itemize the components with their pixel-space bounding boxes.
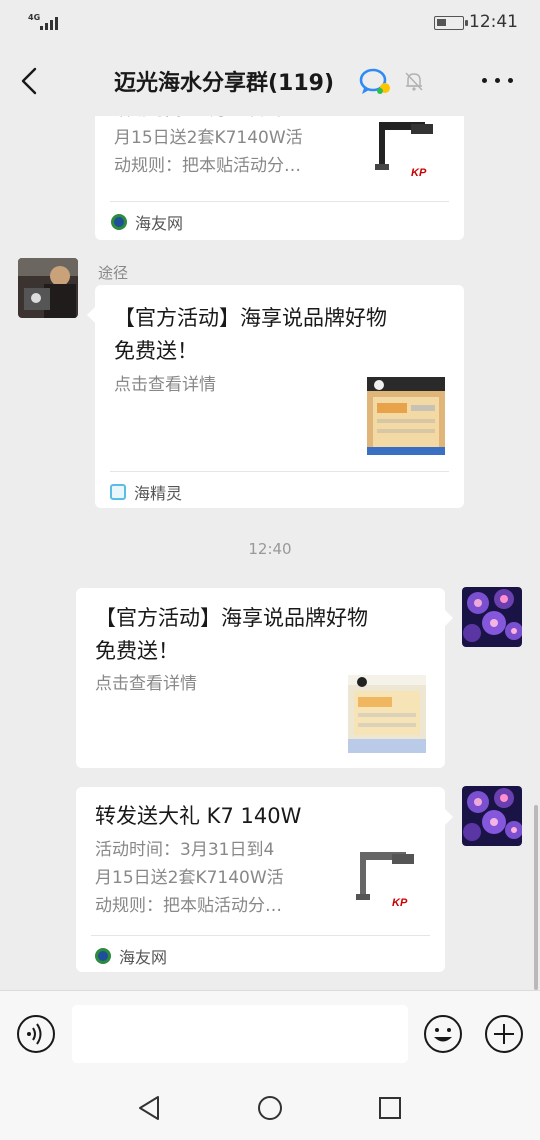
- voice-icon[interactable]: [16, 1014, 56, 1054]
- signal-bars-icon: [40, 17, 58, 30]
- card-source-label: 海友网: [135, 214, 184, 233]
- card-description-line: 月15日送2套K7140W活: [95, 868, 284, 888]
- haijingling-icon: [110, 484, 126, 500]
- muted-bell-icon: [405, 72, 423, 91]
- link-card[interactable]: 【官方活动】海享说品牌好物 免费送！ 点击查看详情 海精灵: [87, 285, 464, 508]
- card-source-label: 海精灵: [134, 484, 183, 503]
- link-card[interactable]: 转发送大礼 K7 140W 活动时间：3月31日到4 月15日送2套K7140W…: [76, 787, 453, 972]
- card-divider: [110, 471, 449, 472]
- person-photo-avatar: [18, 258, 78, 318]
- chat-header: 迈光海水分享群(119): [0, 46, 540, 116]
- card-divider: [91, 935, 430, 936]
- avatar[interactable]: [462, 587, 522, 647]
- emoji-icon[interactable]: [423, 1014, 463, 1054]
- battery-icon: [434, 16, 468, 30]
- chat-messages[interactable]: 活动时间：3月31日到4 月15日送2套K7140W活 动规则：把本贴活动分… …: [0, 116, 540, 990]
- status-time: 12:41: [469, 12, 518, 32]
- card-source-label: 海友网: [119, 948, 168, 967]
- card-source: 海友网: [95, 944, 167, 968]
- led-lamp-image: KP: [375, 122, 433, 179]
- haiyouwang-icon: [95, 948, 111, 964]
- card-thumbnail: [367, 377, 445, 455]
- nav-recent-apps-icon[interactable]: [377, 1095, 403, 1121]
- card-description-line: 月15日送2套K7140W活: [114, 128, 303, 148]
- avatar[interactable]: [18, 258, 78, 318]
- card-title: 【官方活动】海享说品牌好物 免费送！: [114, 302, 454, 368]
- card-title-line: 免费送！: [95, 639, 179, 663]
- card-description: 点击查看详情: [95, 674, 197, 694]
- status-bar: 4G 12:41: [0, 0, 540, 46]
- system-nav-bar: [0, 1074, 540, 1140]
- avatar[interactable]: [462, 786, 522, 846]
- card-title: 转发送大礼 K7 140W: [95, 804, 302, 828]
- link-card[interactable]: 【官方活动】海享说品牌好物 免费送！ 点击查看详情: [76, 588, 453, 768]
- time-stamp: 12:40: [248, 540, 292, 558]
- blurred-product-image: [348, 675, 426, 753]
- card-divider: [110, 201, 449, 202]
- more-dots-icon[interactable]: [482, 78, 514, 86]
- card-source: 海友网: [111, 210, 183, 234]
- blurred-product-image: [367, 377, 445, 455]
- coral-photo-avatar: [462, 587, 522, 647]
- card-description: 点击查看详情: [114, 375, 216, 395]
- plus-icon[interactable]: [484, 1014, 524, 1054]
- page-title: 迈光海水分享群(119): [114, 71, 335, 96]
- nav-back-icon[interactable]: [136, 1094, 164, 1122]
- back-chevron-icon[interactable]: [14, 64, 44, 98]
- coral-photo-avatar: [462, 786, 522, 846]
- card-source: 海精灵: [110, 480, 182, 504]
- chat-scrollbar[interactable]: [534, 805, 538, 990]
- led-lamp-image: KP: [356, 852, 414, 909]
- svg-text:KP: KP: [392, 897, 408, 909]
- sender-name: 途径: [98, 264, 129, 282]
- haiyouwang-icon: [111, 214, 127, 230]
- svg-text:KP: KP: [411, 167, 427, 179]
- input-bar: [0, 990, 540, 1074]
- link-card[interactable]: 活动时间：3月31日到4 月15日送2套K7140W活 动规则：把本贴活动分… …: [95, 116, 464, 240]
- card-description-line: 动规则：把本贴活动分…: [95, 896, 282, 916]
- card-description: 活动时间：3月31日到4 月15日送2套K7140W活 动规则：把本贴活动分…: [95, 836, 335, 920]
- card-description-line: 活动时间：3月31日到4: [114, 116, 354, 124]
- message-input[interactable]: [72, 1005, 408, 1063]
- qq-group-icon[interactable]: [358, 66, 392, 96]
- card-thumbnail: [348, 675, 426, 753]
- card-description-line: 活动时间：3月31日到4: [95, 840, 275, 860]
- card-description: 活动时间：3月31日到4 月15日送2套K7140W活 动规则：把本贴活动分…: [114, 116, 354, 180]
- card-title-line: 免费送！: [114, 339, 198, 363]
- card-thumbnail: KP: [348, 844, 426, 922]
- card-title-line: 【官方活动】海享说品牌好物: [114, 306, 387, 330]
- card-description-line: 动规则：把本贴活动分…: [114, 156, 301, 176]
- network-type-label: 4G: [28, 13, 41, 22]
- card-thumbnail: KP: [367, 116, 445, 192]
- card-title: 【官方活动】海享说品牌好物 免费送！: [95, 602, 435, 668]
- card-title-line: 【官方活动】海享说品牌好物: [95, 606, 368, 630]
- nav-home-icon[interactable]: [256, 1094, 284, 1122]
